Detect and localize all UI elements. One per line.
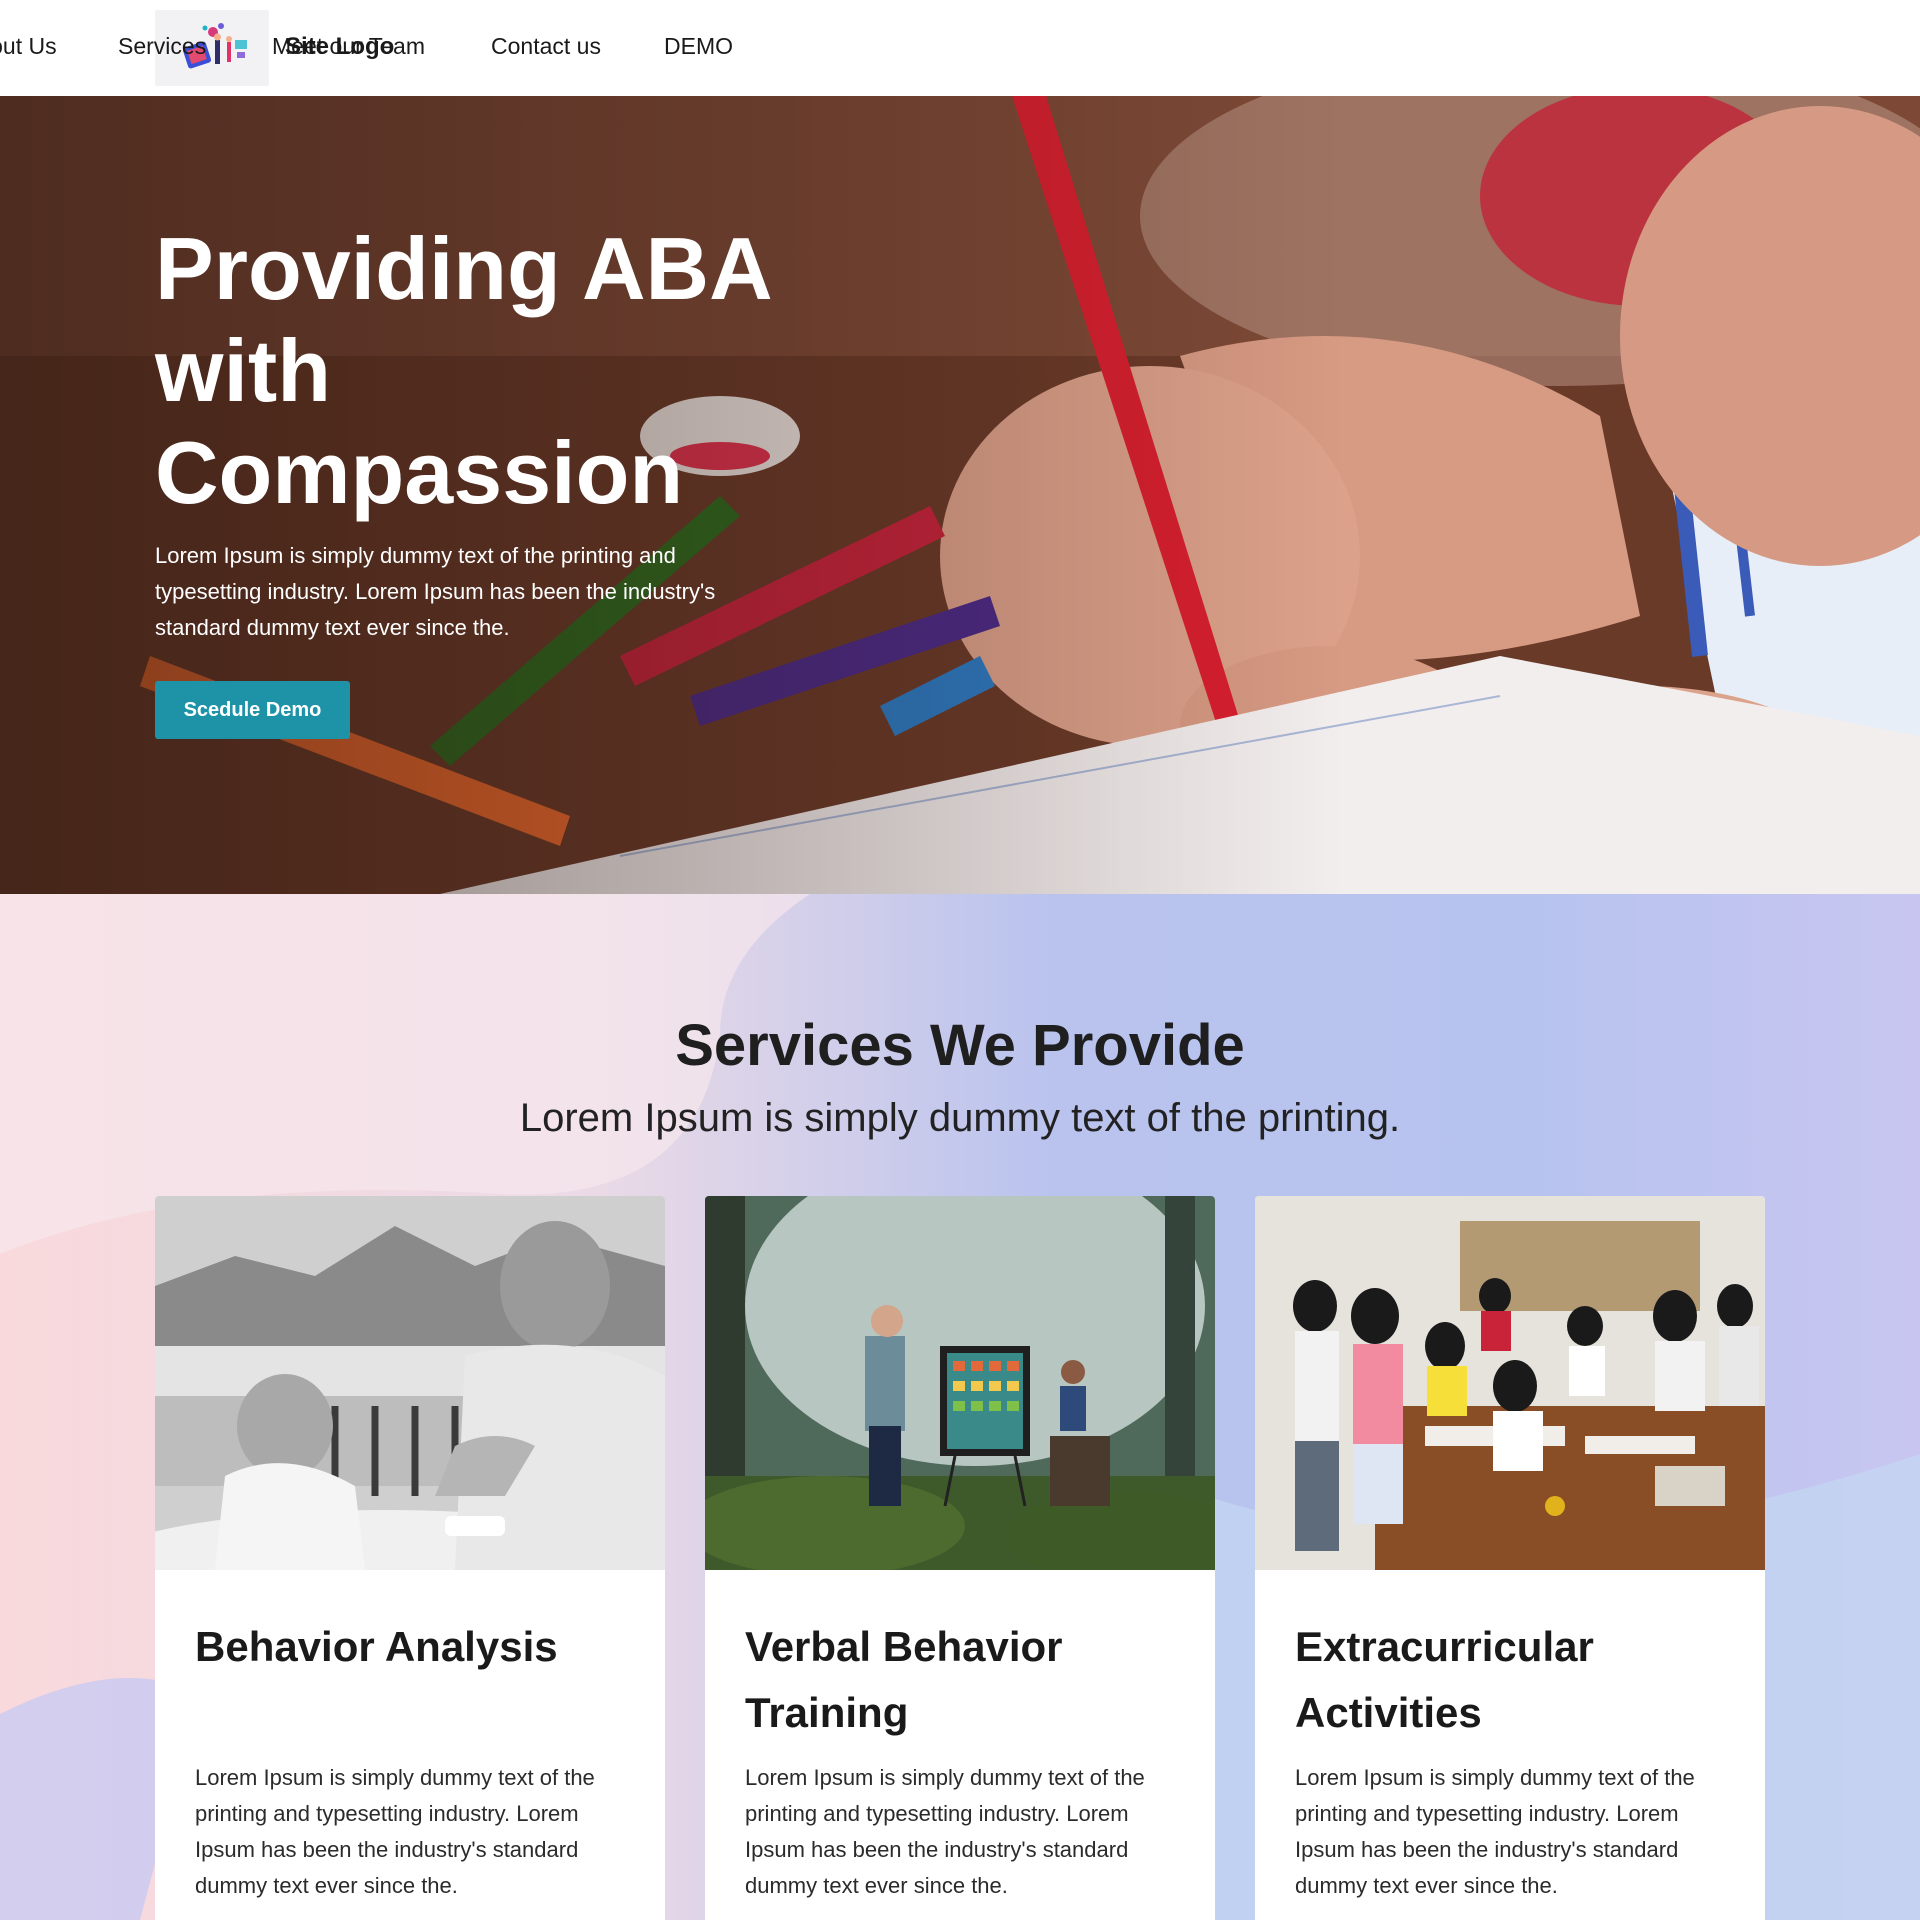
service-card-verbal-behavior-training[interactable]: Verbal Behavior Training Lorem Ipsum is … (705, 1196, 1215, 1920)
behavior-analysis-image (155, 1196, 665, 1570)
hero-section: Providing ABA with Compassion Lorem Ipsu… (0, 96, 1920, 894)
service-card-text: Lorem Ipsum is simply dummy text of the … (745, 1765, 1145, 1898)
nav-link-contact-us[interactable]: Contact us (491, 33, 601, 60)
services-subtitle: Lorem Ipsum is simply dummy text of the … (519, 1096, 1401, 1140)
service-card-title: Behavior Analysis (195, 1623, 558, 1670)
site-header: Site Logo About Us Services Meet our Tea… (0, 0, 1920, 96)
nav-link-services[interactable]: Services (118, 33, 206, 60)
service-card-title: Verbal Behavior Training (745, 1623, 1063, 1736)
extracurricular-activities-image (1255, 1196, 1765, 1570)
nav-link-about-us[interactable]: About Us (0, 33, 57, 60)
nav-link-demo[interactable]: DEMO (664, 33, 733, 60)
nav-link-meet-our-team[interactable]: Meet our Team (272, 33, 425, 60)
service-card-title: Extracurricular Activities (1295, 1623, 1594, 1736)
service-card-text: Lorem Ipsum is simply dummy text of the … (195, 1765, 595, 1898)
hero-description: Lorem Ipsum is simply dummy text of the … (155, 543, 716, 640)
services-title: Services We Provide (675, 1013, 1245, 1078)
service-card-extracurricular-activities[interactable]: Extracurricular Activities Lorem Ipsum i… (1255, 1196, 1765, 1920)
verbal-behavior-training-image (705, 1196, 1215, 1570)
hero-title: Providing ABA with Compassion (155, 219, 770, 522)
service-card-text: Lorem Ipsum is simply dummy text of the … (1295, 1765, 1695, 1898)
service-card-behavior-analysis[interactable]: Behavior Analysis Lorem Ipsum is simply … (155, 1196, 665, 1920)
schedule-demo-button[interactable]: Scedule Demo (155, 681, 350, 739)
services-section: Services We Provide Lorem Ipsum is simpl… (0, 894, 1920, 1920)
